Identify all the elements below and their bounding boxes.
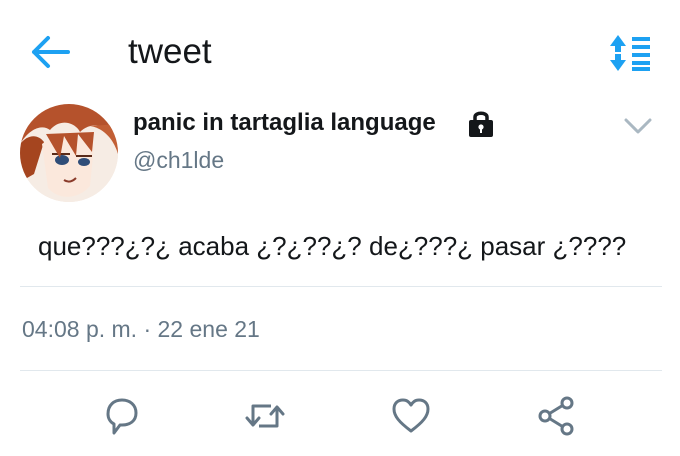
divider — [20, 286, 662, 287]
top-app-bar: tweet — [0, 0, 680, 100]
page-title: tweet — [128, 32, 212, 71]
tweet-menu-button[interactable] — [620, 114, 656, 138]
tweet-timestamp: 04:08 p. m. · 22 ene 21 — [22, 316, 260, 342]
author-handle[interactable]: @ch1lde — [133, 145, 224, 175]
divider — [20, 370, 662, 371]
lock-icon — [466, 108, 496, 138]
author-display-name[interactable]: panic in tartaglia language — [133, 108, 436, 138]
retweet-icon — [245, 404, 285, 428]
retweet-button[interactable] — [243, 394, 287, 438]
tweet-detail-screen: tweet panic in tartaglia language @ch1ld… — [0, 0, 680, 456]
avatar[interactable] — [20, 104, 118, 202]
reply-icon — [106, 398, 138, 435]
back-button[interactable] — [30, 34, 74, 70]
sort-icon — [610, 35, 650, 71]
arrow-left-icon — [32, 36, 70, 68]
sort-button[interactable] — [608, 33, 654, 73]
like-button[interactable] — [389, 394, 433, 438]
tweet-text: que???¿?¿ acaba ¿?¿??¿? de¿???¿ pasar ¿?… — [38, 231, 627, 261]
heart-icon — [392, 398, 430, 433]
chevron-down-icon — [624, 118, 652, 134]
reply-button[interactable] — [100, 394, 144, 438]
share-button[interactable] — [534, 394, 578, 438]
share-icon — [538, 396, 574, 436]
avatar-image — [20, 104, 118, 202]
